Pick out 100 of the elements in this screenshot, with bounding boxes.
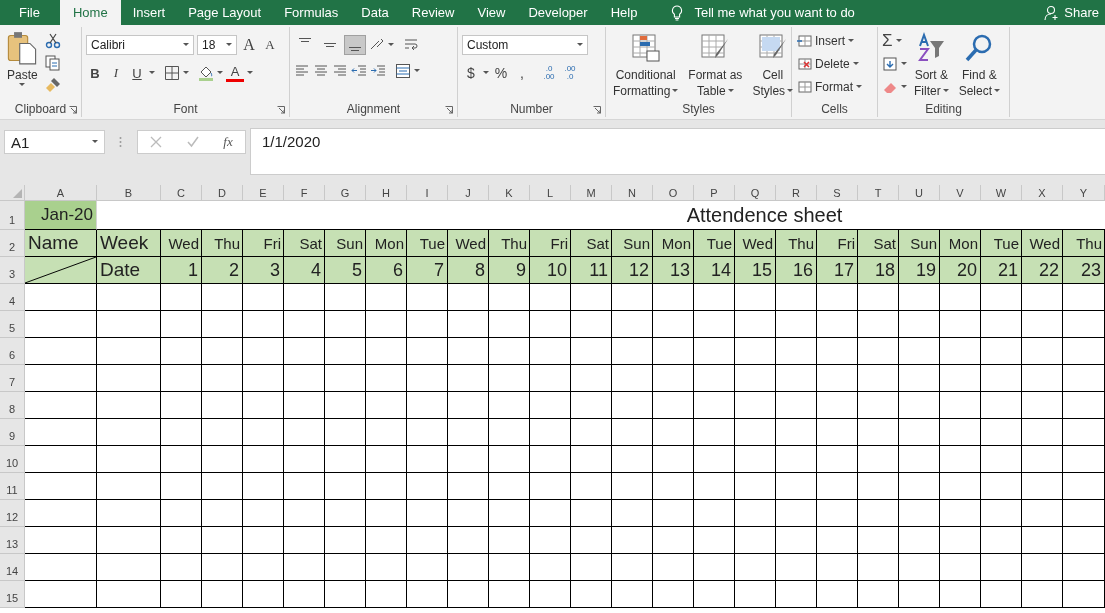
- empty-cell[interactable]: [1022, 446, 1063, 473]
- empty-cell[interactable]: [940, 554, 981, 581]
- conditional-formatting-button[interactable]: Conditional Formatting: [610, 31, 682, 99]
- column-header[interactable]: I: [407, 185, 448, 201]
- empty-cell[interactable]: [612, 473, 653, 500]
- bottom-align-button[interactable]: [344, 35, 366, 55]
- empty-cell[interactable]: [407, 500, 448, 527]
- empty-cell[interactable]: [571, 419, 612, 446]
- empty-cell[interactable]: [981, 392, 1022, 419]
- empty-cell[interactable]: [940, 500, 981, 527]
- empty-cell[interactable]: [776, 392, 817, 419]
- format-as-table-button[interactable]: Format as Table: [685, 31, 746, 99]
- empty-cell[interactable]: [284, 554, 325, 581]
- empty-cell[interactable]: [571, 311, 612, 338]
- ribbon-tab[interactable]: File: [0, 0, 59, 25]
- ribbon-tab[interactable]: Formulas: [273, 0, 350, 25]
- empty-cell[interactable]: [202, 284, 243, 311]
- empty-cell[interactable]: [694, 527, 735, 554]
- empty-cell[interactable]: [325, 473, 366, 500]
- empty-cell[interactable]: [530, 392, 571, 419]
- fill-button[interactable]: [882, 54, 907, 74]
- empty-cell[interactable]: [1063, 527, 1105, 554]
- empty-cell[interactable]: [366, 338, 407, 365]
- empty-cell[interactable]: [97, 392, 161, 419]
- empty-cell[interactable]: [571, 581, 612, 608]
- copy-icon[interactable]: [44, 55, 61, 71]
- row-header[interactable]: 1: [0, 201, 25, 230]
- empty-cell[interactable]: [366, 365, 407, 392]
- ribbon-tab[interactable]: Insert: [121, 0, 177, 25]
- column-header[interactable]: X: [1022, 185, 1063, 201]
- empty-cell[interactable]: [161, 581, 202, 608]
- caret-icon[interactable]: [183, 71, 189, 75]
- empty-cell[interactable]: [243, 554, 284, 581]
- empty-cell[interactable]: [530, 554, 571, 581]
- empty-cell[interactable]: [284, 473, 325, 500]
- row-header[interactable]: 15: [0, 581, 25, 608]
- caret-icon[interactable]: [217, 71, 223, 75]
- empty-cell[interactable]: [940, 392, 981, 419]
- column-header[interactable]: E: [243, 185, 284, 201]
- number-format-dropdown[interactable]: Custom: [462, 35, 588, 55]
- empty-cell[interactable]: [489, 338, 530, 365]
- empty-cell[interactable]: [161, 338, 202, 365]
- empty-cell[interactable]: [858, 527, 899, 554]
- empty-cell[interactable]: [489, 527, 530, 554]
- empty-cell[interactable]: [202, 500, 243, 527]
- empty-cell[interactable]: [694, 554, 735, 581]
- row-header[interactable]: 6: [0, 338, 25, 365]
- empty-cell[interactable]: [489, 284, 530, 311]
- scissors-icon[interactable]: [44, 33, 61, 49]
- empty-cell[interactable]: [366, 392, 407, 419]
- caret-icon[interactable]: [149, 71, 155, 75]
- empty-cell[interactable]: [407, 473, 448, 500]
- ribbon-tab[interactable]: View: [466, 0, 517, 25]
- empty-cell[interactable]: [325, 365, 366, 392]
- empty-cell[interactable]: [448, 392, 489, 419]
- ribbon-tab[interactable]: Help: [599, 0, 649, 25]
- empty-cell[interactable]: [530, 446, 571, 473]
- empty-cell[interactable]: [284, 311, 325, 338]
- empty-cell[interactable]: [448, 365, 489, 392]
- empty-cell[interactable]: [366, 311, 407, 338]
- empty-cell[interactable]: [817, 311, 858, 338]
- empty-cell[interactable]: [899, 527, 940, 554]
- empty-cell[interactable]: [899, 365, 940, 392]
- empty-cell[interactable]: [161, 284, 202, 311]
- empty-cell[interactable]: [97, 581, 161, 608]
- empty-cell[interactable]: [202, 392, 243, 419]
- empty-cell[interactable]: [1063, 581, 1105, 608]
- empty-cell[interactable]: [899, 419, 940, 446]
- empty-cell[interactable]: [571, 284, 612, 311]
- shrink-font-button[interactable]: A: [261, 35, 279, 55]
- empty-cell[interactable]: [735, 500, 776, 527]
- empty-cell[interactable]: [571, 500, 612, 527]
- empty-cell[interactable]: [161, 311, 202, 338]
- empty-cell[interactable]: [776, 284, 817, 311]
- empty-cell[interactable]: [735, 365, 776, 392]
- wrap-text-icon[interactable]: [403, 37, 419, 53]
- empty-cell[interactable]: [940, 473, 981, 500]
- font-color-button[interactable]: A: [226, 64, 244, 82]
- empty-cell[interactable]: [448, 284, 489, 311]
- empty-cell[interactable]: [981, 284, 1022, 311]
- empty-cell[interactable]: [858, 311, 899, 338]
- empty-cell[interactable]: [161, 446, 202, 473]
- find-select-button[interactable]: Find & Select: [955, 31, 1004, 99]
- row-header[interactable]: 10: [0, 446, 25, 473]
- decrease-decimal-button[interactable]: .00 .0: [561, 63, 579, 83]
- empty-cell[interactable]: [735, 581, 776, 608]
- empty-cell[interactable]: [97, 338, 161, 365]
- empty-cell[interactable]: [448, 473, 489, 500]
- column-header[interactable]: L: [530, 185, 571, 201]
- empty-cell[interactable]: [284, 284, 325, 311]
- empty-cell[interactable]: [530, 527, 571, 554]
- empty-cell[interactable]: [530, 419, 571, 446]
- empty-cell[interactable]: [489, 311, 530, 338]
- empty-cell[interactable]: [407, 338, 448, 365]
- empty-cell[interactable]: [161, 554, 202, 581]
- empty-cell[interactable]: [776, 419, 817, 446]
- row-header[interactable]: 8: [0, 392, 25, 419]
- empty-cell[interactable]: [1063, 311, 1105, 338]
- empty-cell[interactable]: [571, 338, 612, 365]
- column-header[interactable]: Y: [1063, 185, 1105, 201]
